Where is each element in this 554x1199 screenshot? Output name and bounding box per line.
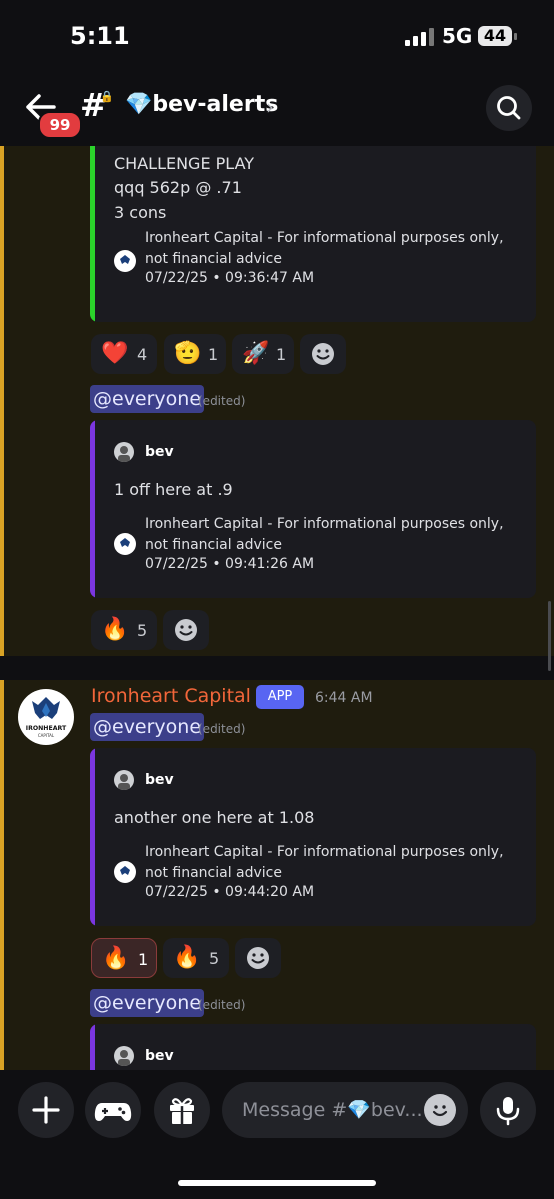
add-reaction-icon xyxy=(175,619,197,641)
mention-everyone[interactable]: @everyone xyxy=(90,713,205,741)
embed-footer-date: 07/22/25 • 09:36:47 AM xyxy=(145,270,315,286)
author-avatar xyxy=(114,1046,134,1066)
message-timestamp: 6:44 AM xyxy=(315,690,373,706)
composer-bar: Message #💎bev... xyxy=(0,1070,554,1199)
reaction-fire-selected[interactable]: 🔥 1 xyxy=(91,938,157,978)
message-separator xyxy=(0,656,554,680)
gift-icon xyxy=(170,1098,194,1124)
alert-embed: CHALLENGE PLAY qqq 562p @ .71 3 cons Iro… xyxy=(90,146,536,322)
activities-button[interactable] xyxy=(85,1082,141,1138)
edited-label: (edited) xyxy=(198,394,246,408)
gift-button[interactable] xyxy=(154,1082,210,1138)
embed-footer-text: Ironheart Capital - For informational pu… xyxy=(145,516,504,553)
reaction-salute[interactable]: 🫡 1 xyxy=(164,334,226,374)
embed-accent-bar xyxy=(90,748,95,926)
embed-footer-text: Ironheart Capital - For informational pu… xyxy=(145,230,504,267)
avatar-wordmark: IRONHEART xyxy=(26,725,67,732)
fire-emoji: 🔥 xyxy=(173,945,201,970)
plus-icon xyxy=(32,1096,60,1124)
alert-embed: bev xyxy=(90,1024,536,1070)
add-attachment-button[interactable] xyxy=(18,1082,74,1138)
channel-header: 99 # 🔒 💎bev-alerts › xyxy=(0,72,554,146)
message-placeholder: Message #💎bev... xyxy=(242,1099,423,1121)
add-reaction-icon xyxy=(247,947,269,969)
embed-line: CHALLENGE PLAY xyxy=(114,154,255,173)
embed-accent-bar xyxy=(90,420,95,598)
embed-line: 3 cons xyxy=(114,203,167,222)
embed-footer-date: 07/22/25 • 09:44:20 AM xyxy=(145,884,315,900)
edited-label: (edited) xyxy=(198,722,246,736)
embed-footer-text: Ironheart Capital - For informational pu… xyxy=(145,844,504,881)
alert-embed: bev another one here at 1.08 Ironheart C… xyxy=(90,748,536,926)
microphone-icon xyxy=(496,1097,520,1126)
voice-message-button[interactable] xyxy=(480,1082,536,1138)
reaction-rocket[interactable]: 🚀 1 xyxy=(232,334,294,374)
mention-everyone[interactable]: @everyone xyxy=(90,385,205,413)
reaction-count: 4 xyxy=(137,345,148,364)
status-bar: 5:11 5G 44 xyxy=(0,0,554,72)
embed-text: another one here at 1.08 xyxy=(114,808,315,827)
avatar-subtext: CAPITAL xyxy=(38,733,55,738)
embed-author-name: bev xyxy=(145,444,174,460)
ironheart-avatar[interactable]: IRONHEART CAPITAL xyxy=(18,689,74,745)
channel-name[interactable]: 💎bev-alerts xyxy=(125,92,278,117)
battery-icon: 44 xyxy=(478,26,517,46)
network-type: 5G xyxy=(442,24,473,48)
home-indicator[interactable] xyxy=(178,1180,376,1186)
ironheart-logo-icon xyxy=(114,250,136,272)
fire-emoji: 🔥 xyxy=(101,617,129,642)
author-avatar xyxy=(114,770,134,790)
reaction-heart[interactable]: ❤️ 4 xyxy=(91,334,157,374)
heart-emoji: ❤️ xyxy=(101,341,129,366)
chevron-right-icon[interactable]: › xyxy=(266,95,274,119)
salute-emoji: 🫡 xyxy=(174,341,202,366)
edited-label: (edited) xyxy=(198,998,246,1012)
embed-accent-bar xyxy=(90,1024,95,1070)
reaction-count: 1 xyxy=(276,345,287,364)
message-input[interactable]: Message #💎bev... xyxy=(222,1082,468,1138)
lock-icon: 🔒 xyxy=(100,90,114,103)
gamepad-icon xyxy=(94,1103,132,1121)
reaction-count: 5 xyxy=(137,621,148,640)
ironheart-logo-icon xyxy=(114,533,136,555)
reaction-count: 1 xyxy=(208,345,219,364)
search-icon xyxy=(497,96,521,120)
fire-emoji: 🔥 xyxy=(102,946,130,971)
embed-author-name: bev xyxy=(145,772,174,788)
ironheart-logo-icon xyxy=(114,861,136,883)
search-button[interactable] xyxy=(486,85,532,131)
username[interactable]: Ironheart Capital xyxy=(91,685,251,707)
reaction-count: 5 xyxy=(209,949,220,968)
embed-author-name: bev xyxy=(145,1048,174,1064)
reaction-fire[interactable]: 🔥 5 xyxy=(91,610,157,650)
alert-embed: bev 1 off here at .9 Ironheart Capital -… xyxy=(90,420,536,598)
add-reaction-button[interactable] xyxy=(235,938,281,978)
mention-everyone[interactable]: @everyone xyxy=(90,989,205,1017)
add-reaction-button[interactable] xyxy=(163,610,209,650)
status-time: 5:11 xyxy=(70,22,130,50)
app-badge: APP xyxy=(256,685,304,709)
rocket-emoji: 🚀 xyxy=(242,341,270,366)
reaction-fire[interactable]: 🔥 5 xyxy=(163,938,229,978)
add-reaction-button[interactable] xyxy=(300,334,346,374)
embed-text: 1 off here at .9 xyxy=(114,480,233,499)
unread-badge: 99 xyxy=(38,111,82,139)
scrollbar[interactable] xyxy=(548,601,551,671)
embed-footer-date: 07/22/25 • 09:41:26 AM xyxy=(145,556,315,572)
reaction-count: 1 xyxy=(138,950,149,969)
embed-accent-bar xyxy=(90,146,95,322)
message-feed[interactable]: CHALLENGE PLAY qqq 562p @ .71 3 cons Iro… xyxy=(0,146,554,1070)
cellular-signal-icon xyxy=(405,28,435,46)
emoji-picker-icon[interactable] xyxy=(424,1094,456,1126)
embed-line: qqq 562p @ .71 xyxy=(114,178,242,197)
add-reaction-icon xyxy=(312,343,334,365)
author-avatar xyxy=(114,442,134,462)
